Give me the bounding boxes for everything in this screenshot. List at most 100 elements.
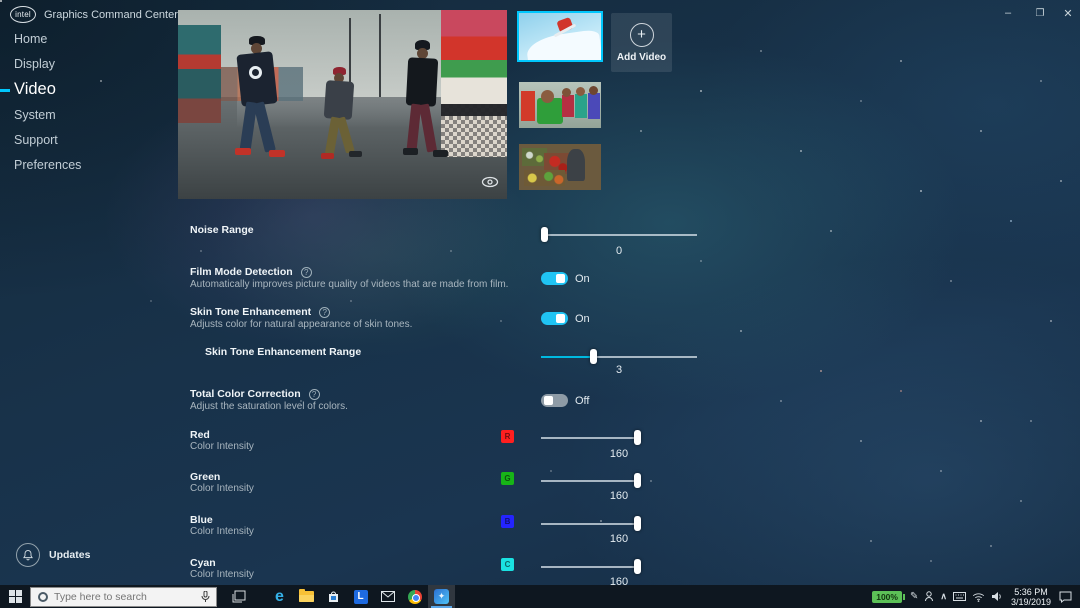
- dancer-figure: [395, 40, 455, 190]
- sidebar-item-preferences[interactable]: Preferences: [14, 158, 81, 172]
- sidebar-item-home[interactable]: Home: [14, 32, 47, 46]
- dancer-figure: [319, 67, 369, 187]
- video-thumbnail-group[interactable]: [519, 82, 601, 128]
- cyan-label: Cyan: [190, 557, 216, 569]
- slider-track[interactable]: [541, 480, 641, 482]
- preview-art: [379, 14, 381, 97]
- app-title: Graphics Command Center: [44, 9, 178, 21]
- slider-knob[interactable]: [634, 516, 641, 531]
- taskbar-store-button[interactable]: [320, 585, 347, 608]
- blue-color-swatch: B: [501, 515, 514, 528]
- slider-knob[interactable]: [541, 227, 548, 242]
- sidebar-item-video[interactable]: Video: [14, 80, 56, 99]
- skin-tone-range-slider[interactable]: [541, 349, 697, 365]
- close-button[interactable]: ✕: [1056, 4, 1080, 22]
- volume-icon[interactable]: [988, 585, 1006, 608]
- skin-tone-description: Adjusts color for natural appearance of …: [190, 319, 412, 330]
- taskbar-app-l-button[interactable]: L: [347, 585, 374, 608]
- preview-art: [178, 25, 221, 123]
- film-mode-state: On: [575, 273, 590, 285]
- network-wifi-icon[interactable]: [969, 585, 988, 608]
- cyan-intensity-slider[interactable]: [541, 559, 641, 575]
- preview-visibility-eye-icon[interactable]: [481, 175, 499, 193]
- mail-icon: [381, 591, 395, 602]
- video-preview[interactable]: [178, 10, 507, 199]
- taskbar-chrome-button[interactable]: [401, 585, 428, 608]
- sidebar-item-system[interactable]: System: [14, 108, 56, 122]
- slider-knob[interactable]: [590, 349, 597, 364]
- total-color-correction-description: Adjust the saturation level of colors.: [190, 401, 348, 412]
- blue-sublabel: Color Intensity: [190, 526, 254, 537]
- intel-logo: intel: [10, 6, 36, 23]
- battery-indicator[interactable]: 100%: [869, 585, 907, 608]
- red-color-swatch: R: [501, 430, 514, 443]
- slider-track[interactable]: [541, 566, 641, 568]
- search-input[interactable]: [54, 591, 184, 603]
- sidebar-item-display[interactable]: Display: [14, 57, 55, 71]
- thumbnail-art: [521, 91, 535, 121]
- film-mode-toggle[interactable]: [541, 272, 568, 285]
- taskbar-clock[interactable]: 5:36 PM 3/19/2019: [1006, 587, 1056, 607]
- blue-intensity-value: 160: [541, 533, 697, 545]
- slider-track[interactable]: [541, 523, 641, 525]
- skin-tone-toggle[interactable]: [541, 312, 568, 325]
- system-tray: 100% ✎ ∧ 5:36 PM 3/19/2019: [869, 585, 1080, 608]
- total-color-correction-toggle[interactable]: [541, 394, 568, 407]
- red-intensity-slider[interactable]: [541, 430, 641, 446]
- taskbar-mail-button[interactable]: [374, 585, 401, 608]
- slider-track[interactable]: [541, 234, 697, 236]
- graphics-command-center-icon: ✦: [434, 589, 449, 604]
- tray-app-icon[interactable]: [921, 585, 937, 608]
- blue-intensity-slider[interactable]: [541, 516, 641, 532]
- cyan-sublabel: Color Intensity: [190, 569, 254, 580]
- taskbar-edge-button[interactable]: e: [266, 585, 293, 608]
- noise-range-slider[interactable]: [541, 227, 697, 243]
- video-thumbnail-snowboarder[interactable]: [519, 13, 601, 60]
- app-l-icon: L: [354, 590, 368, 604]
- taskbar-gcc-button-active[interactable]: ✦: [428, 585, 455, 608]
- slider-track[interactable]: [541, 437, 641, 439]
- dancer-figure: [231, 36, 291, 196]
- help-icon[interactable]: ?: [301, 267, 312, 278]
- slider-knob[interactable]: [634, 559, 641, 574]
- updates-button[interactable]: Updates: [16, 543, 90, 567]
- noise-range-label: Noise Range: [190, 224, 254, 236]
- skin-tone-range-label: Skin Tone Enhancement Range: [205, 346, 361, 358]
- active-item-indicator: [0, 89, 10, 92]
- slider-fill: [541, 356, 593, 358]
- chevron-up-icon[interactable]: ∧: [937, 585, 950, 608]
- battery-percent-badge: 100%: [872, 591, 902, 603]
- green-intensity-slider[interactable]: [541, 473, 641, 489]
- taskbar-search-box[interactable]: [30, 587, 217, 607]
- task-view-button[interactable]: [225, 585, 252, 608]
- taskbar-file-explorer-button[interactable]: [293, 585, 320, 608]
- maximize-button[interactable]: ❐: [1028, 4, 1052, 22]
- app-window: intel Graphics Command Center – ❐ ✕ Home…: [0, 0, 1080, 585]
- thumbnail-art: [562, 95, 574, 117]
- clock-time: 5:36 PM: [1014, 587, 1048, 597]
- touch-keyboard-icon[interactable]: [950, 585, 969, 608]
- minimize-button[interactable]: –: [996, 4, 1020, 22]
- thumbnail-art: [589, 86, 598, 95]
- slider-knob[interactable]: [634, 430, 641, 445]
- add-video-button[interactable]: + Add Video: [611, 13, 672, 72]
- help-icon[interactable]: ?: [309, 389, 320, 400]
- sidebar-item-support[interactable]: Support: [14, 133, 58, 147]
- action-center-icon[interactable]: [1056, 585, 1080, 608]
- microphone-icon[interactable]: [201, 591, 210, 603]
- bell-icon: [16, 543, 40, 567]
- pen-icon[interactable]: ✎: [907, 585, 921, 608]
- red-sublabel: Color Intensity: [190, 441, 254, 452]
- slider-knob[interactable]: [634, 473, 641, 488]
- help-icon[interactable]: ?: [319, 307, 330, 318]
- desktop-screen: intel Graphics Command Center – ❐ ✕ Home…: [0, 0, 1080, 608]
- skin-tone-label-text: Skin Tone Enhancement: [190, 306, 311, 318]
- red-label: Red: [190, 429, 210, 441]
- toggle-knob: [556, 314, 565, 323]
- skin-tone-range-value: 3: [541, 364, 697, 376]
- task-view-icon: [232, 590, 246, 603]
- total-color-correction-label-text: Total Color Correction: [190, 388, 301, 400]
- cyan-intensity-value: 160: [541, 576, 697, 585]
- video-thumbnail-market[interactable]: [519, 144, 601, 190]
- start-button[interactable]: [0, 585, 30, 608]
